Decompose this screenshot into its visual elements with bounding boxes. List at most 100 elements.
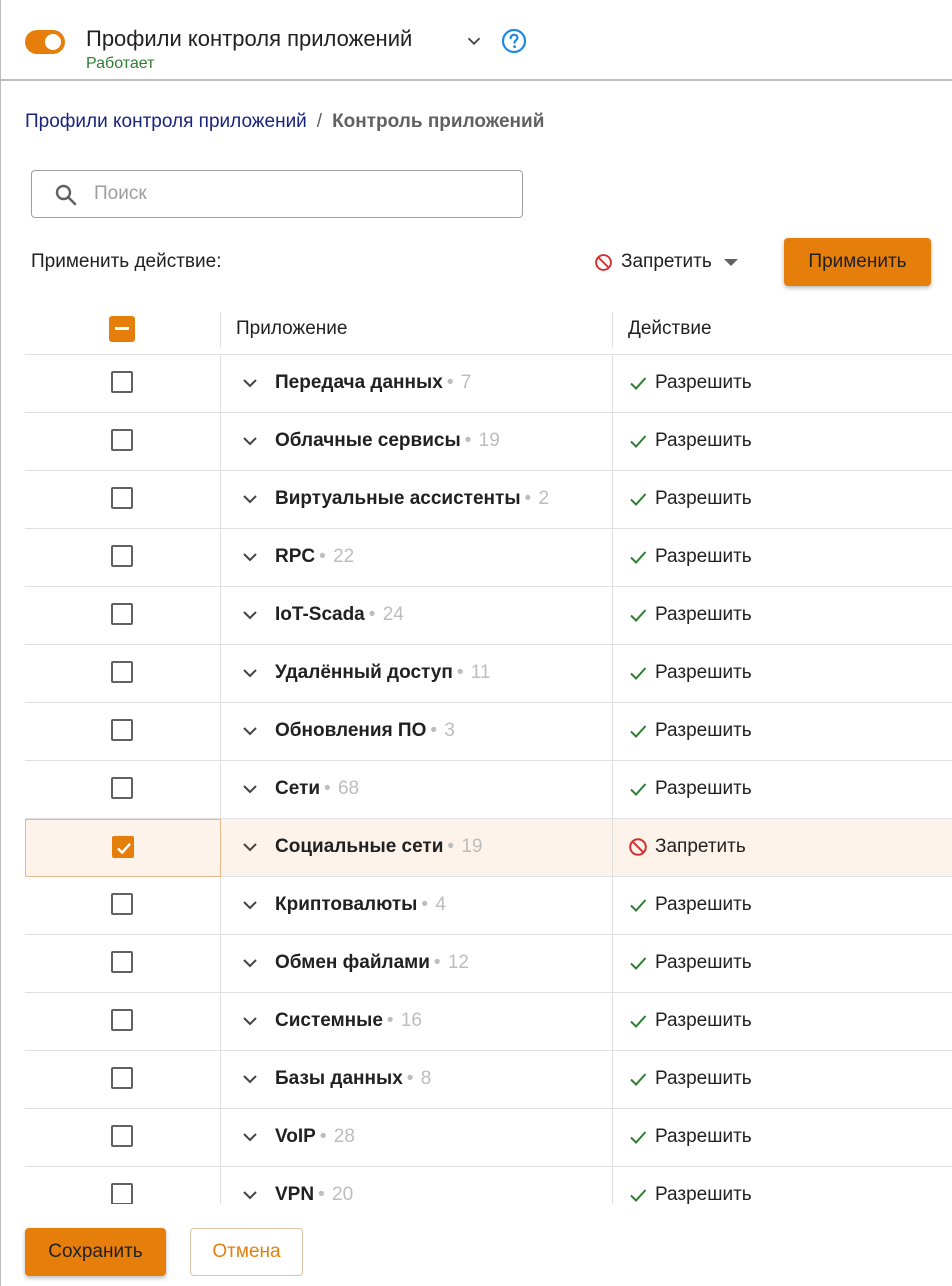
- check-icon: [630, 377, 647, 390]
- row-action[interactable]: Разрешить: [628, 1068, 752, 1090]
- row-action[interactable]: Разрешить: [628, 488, 752, 510]
- app-count-value: 7: [460, 372, 472, 393]
- chevron-down-icon[interactable]: [239, 1184, 261, 1204]
- row-checkbox[interactable]: [111, 719, 133, 741]
- app-category-count: • 3: [426, 720, 455, 741]
- table-row[interactable]: Удалённый доступ • 11 Разрешить: [25, 645, 952, 703]
- cancel-button[interactable]: Отмена: [190, 1228, 303, 1276]
- page-header: Профили контроля приложений Работает: [1, 0, 952, 81]
- row-checkbox[interactable]: [111, 545, 133, 567]
- check-icon: [630, 725, 647, 738]
- row-checkbox[interactable]: [111, 893, 133, 915]
- chevron-down-icon[interactable]: [239, 720, 261, 742]
- row-app-cell: VPN • 20: [221, 1167, 613, 1204]
- chevron-down-icon[interactable]: [239, 952, 261, 974]
- row-action-label: Разрешить: [655, 952, 752, 973]
- row-action[interactable]: Запретить: [628, 836, 746, 858]
- row-action-label: Разрешить: [655, 1126, 752, 1147]
- table-row[interactable]: Обновления ПО • 3 Разрешить: [25, 703, 952, 761]
- app-category-name: VoIP • 28: [275, 1126, 355, 1148]
- chevron-down-icon[interactable]: [239, 488, 261, 510]
- chevron-down-icon[interactable]: [239, 372, 261, 394]
- help-icon[interactable]: [501, 28, 527, 54]
- row-action[interactable]: Разрешить: [628, 952, 752, 974]
- app-category-count: • 11: [453, 662, 491, 683]
- action-dropdown-value: Запретить: [621, 251, 712, 272]
- row-action[interactable]: Разрешить: [628, 662, 752, 684]
- row-action[interactable]: Разрешить: [628, 1126, 752, 1148]
- search-input[interactable]: [94, 179, 504, 209]
- chevron-down-icon[interactable]: [239, 1010, 261, 1032]
- row-checkbox[interactable]: [111, 1067, 133, 1089]
- table-row[interactable]: VoIP • 28 Разрешить: [25, 1109, 952, 1167]
- row-action[interactable]: Разрешить: [628, 1010, 752, 1032]
- row-checkbox[interactable]: [111, 1183, 133, 1204]
- apply-button[interactable]: Применить: [784, 238, 931, 286]
- row-action[interactable]: Разрешить: [628, 894, 752, 916]
- search-box: [31, 170, 523, 218]
- chevron-down-icon[interactable]: [463, 30, 485, 52]
- table-row[interactable]: IoT-Scada • 24 Разрешить: [25, 587, 952, 645]
- app-count-value: 24: [382, 604, 404, 625]
- row-action[interactable]: Разрешить: [628, 604, 752, 626]
- row-checkbox-cell: [25, 993, 221, 1051]
- row-checkbox[interactable]: [111, 951, 133, 973]
- app-category-label: RPC: [275, 546, 316, 567]
- row-checkbox[interactable]: [112, 836, 134, 858]
- row-action[interactable]: Разрешить: [628, 372, 752, 394]
- table-row[interactable]: RPC • 22 Разрешить: [25, 529, 952, 587]
- table-row[interactable]: Социальные сети • 19 Запретить: [25, 819, 952, 877]
- table-row[interactable]: Передача данных • 7 Разрешить: [25, 355, 952, 413]
- row-action[interactable]: Разрешить: [628, 1184, 752, 1204]
- table-row[interactable]: Базы данных • 8 Разрешить: [25, 1051, 952, 1109]
- row-checkbox[interactable]: [111, 1009, 133, 1031]
- row-checkbox[interactable]: [111, 1125, 133, 1147]
- chevron-down-icon[interactable]: [239, 430, 261, 452]
- row-app-cell: Удалённый доступ • 11: [221, 645, 613, 703]
- row-action[interactable]: Разрешить: [628, 778, 752, 800]
- app-count-value: 2: [538, 488, 550, 509]
- save-button[interactable]: Сохранить: [25, 1228, 166, 1276]
- row-checkbox[interactable]: [111, 777, 133, 799]
- chevron-down-icon[interactable]: [239, 836, 261, 858]
- column-header-app[interactable]: Приложение: [236, 318, 347, 340]
- ban-icon: [595, 253, 612, 271]
- column-divider: [220, 312, 221, 347]
- row-checkbox[interactable]: [111, 661, 133, 683]
- app-category-label: Криптовалюты: [275, 894, 418, 915]
- table-row[interactable]: Системные • 16 Разрешить: [25, 993, 952, 1051]
- app-category-count: • 19: [461, 430, 500, 451]
- chevron-down-icon[interactable]: [239, 662, 261, 684]
- chevron-down-icon[interactable]: [239, 604, 261, 626]
- row-action-label: Разрешить: [655, 778, 752, 799]
- table-row[interactable]: Облачные сервисы • 19 Разрешить: [25, 413, 952, 471]
- profile-enabled-toggle[interactable]: [25, 30, 65, 54]
- row-checkbox[interactable]: [111, 487, 133, 509]
- row-checkbox-cell: [25, 935, 221, 993]
- chevron-down-icon[interactable]: [239, 546, 261, 568]
- chevron-down-icon[interactable]: [239, 1068, 261, 1090]
- table-row[interactable]: Обмен файлами • 12 Разрешить: [25, 935, 952, 993]
- row-checkbox[interactable]: [111, 429, 133, 451]
- app-category-count: • 4: [417, 894, 446, 915]
- breadcrumb-link-profiles[interactable]: Профили контроля приложений: [25, 111, 307, 132]
- action-dropdown[interactable]: Запретить: [594, 248, 738, 276]
- row-action[interactable]: Разрешить: [628, 720, 752, 742]
- row-app-cell: Социальные сети • 19: [221, 819, 613, 877]
- table-row[interactable]: Виртуальные ассистенты • 2 Разрешить: [25, 471, 952, 529]
- table-row[interactable]: Криптовалюты • 4 Разрешить: [25, 877, 952, 935]
- chevron-down-icon[interactable]: [239, 1126, 261, 1148]
- app-count-value: 16: [400, 1010, 422, 1031]
- row-app-cell: IoT-Scada • 24: [221, 587, 613, 645]
- table-row[interactable]: VPN • 20 Разрешить: [25, 1167, 952, 1204]
- row-action[interactable]: Разрешить: [628, 546, 752, 568]
- row-action[interactable]: Разрешить: [628, 430, 752, 452]
- check-icon: [630, 1131, 647, 1144]
- chevron-down-icon[interactable]: [239, 894, 261, 916]
- table-row[interactable]: Сети • 68 Разрешить: [25, 761, 952, 819]
- column-header-action[interactable]: Действие: [628, 318, 712, 340]
- row-checkbox[interactable]: [111, 603, 133, 625]
- select-all-checkbox[interactable]: [109, 316, 135, 342]
- row-checkbox[interactable]: [111, 371, 133, 393]
- chevron-down-icon[interactable]: [239, 778, 261, 800]
